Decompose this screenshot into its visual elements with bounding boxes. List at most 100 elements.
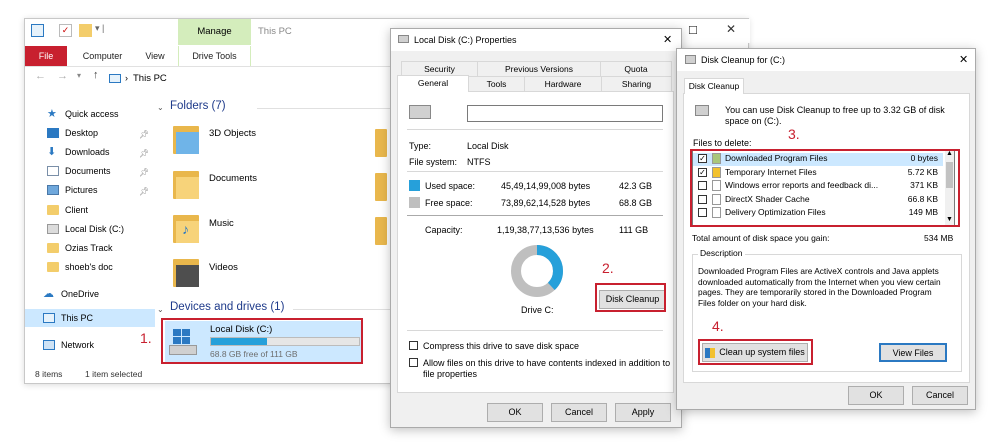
description-line: Downloaded Program Files are ActiveX con… [698,266,939,276]
tab-security[interactable]: Security [401,61,478,76]
recent-locations-icon[interactable]: ▾ [77,71,81,80]
tab-drive-tools[interactable]: Drive Tools [178,46,251,66]
close-icon[interactable]: ✕ [959,53,968,66]
sidebar-item-label: Client [65,205,89,215]
ok-button[interactable]: OK [487,403,543,422]
cleanup-ok-button[interactable]: OK [848,386,904,405]
properties-icon[interactable]: ✓ [59,24,72,37]
star-icon: ★ [47,108,57,120]
folder-icon [47,205,59,215]
folder-label[interactable]: Videos [209,262,238,273]
sidebar-item-quick-access[interactable]: ★ Quick access [47,105,119,123]
sidebar-item-shoebs-doc[interactable]: shoeb's doc [47,258,113,276]
forward-icon[interactable]: → [57,70,68,82]
sidebar-item-pictures[interactable]: Pictures [47,181,98,199]
sidebar-item-this-pc[interactable]: This PC [43,309,93,327]
free-space-bytes: 73,89,62,14,528 bytes [501,198,591,208]
compress-checkbox[interactable] [409,341,418,350]
sidebar-item-label: shoeb's doc [65,262,113,272]
folder-music-icon[interactable]: ♪ [173,213,199,245]
manage-contextual-tab[interactable]: Manage [178,19,251,45]
folder-icon [47,262,59,272]
devices-section-header[interactable]: Devices and drives (1) [170,301,284,313]
folder-documents-icon[interactable] [173,169,199,201]
sidebar-item-label: Local Disk (C:) [65,224,125,234]
compress-label[interactable]: Compress this drive to save disk space [423,341,579,351]
sidebar-item-onedrive[interactable]: ☁ OneDrive [43,285,99,303]
tab-tools[interactable]: Tools [468,76,525,91]
folder-3d-objects-icon[interactable] [173,124,199,156]
drive-large-icon [409,105,431,119]
collapse-chevron-icon[interactable]: ⌄ [157,103,164,112]
new-folder-icon[interactable] [79,24,92,37]
type-value: Local Disk [467,141,509,151]
total-gain-value: 534 MB [924,233,954,243]
tab-disk-cleanup[interactable]: Disk Cleanup [684,78,744,94]
maximize-icon[interactable]: ☐ [688,24,698,37]
used-space-bytes: 45,49,14,99,008 bytes [501,181,591,191]
qat-dropdown-icon[interactable]: ▾ | [95,23,104,34]
used-space-swatch [409,180,420,191]
close-icon[interactable]: ✕ [726,22,736,36]
description-line: downloaded automatically from the Intern… [698,276,941,287]
tab-previous-versions[interactable]: Previous Versions [477,61,601,76]
sidebar-item-label: Network [61,340,95,350]
up-icon[interactable]: ↑ [93,69,99,81]
capacity-bytes: 1,19,38,77,13,536 bytes [497,225,594,235]
drive-icon [695,105,709,116]
folder-label[interactable]: 3D Objects [209,128,256,139]
drive-label-input[interactable] [467,105,663,122]
folder-label[interactable]: Documents [209,173,257,184]
network-icon [43,340,55,350]
sidebar-item-desktop[interactable]: Desktop [47,124,98,142]
step-label-3: 3. [788,126,800,142]
index-label-line-1[interactable]: Allow files on this drive to have conten… [423,358,670,368]
pictures-icon [47,185,59,195]
address-text: This PC [133,72,167,84]
tab-computer[interactable]: Computer [75,46,130,66]
index-checkbox[interactable] [409,358,418,367]
tab-quota[interactable]: Quota [600,61,672,76]
step-label-2: 2. [602,260,614,276]
pc-small-icon [109,73,121,83]
tab-sharing[interactable]: Sharing [601,76,672,91]
tab-general[interactable]: General [397,75,469,92]
sidebar-item-client[interactable]: Client [47,201,88,219]
folder-label[interactable]: Music [209,218,234,229]
sidebar-item-network[interactable]: Network [43,336,94,354]
sidebar-item-local-disk[interactable]: Local Disk (C:) [47,220,124,238]
apply-button[interactable]: Apply [615,403,671,422]
close-icon[interactable]: ✕ [663,33,672,46]
address-bar[interactable]: › This PC [109,69,369,87]
tab-hardware[interactable]: Hardware [524,76,602,91]
highlight-box-files-list [690,149,960,227]
folder-icon[interactable] [375,171,387,203]
back-icon[interactable]: ← [35,70,46,82]
folder-icon[interactable] [375,127,387,159]
pin-icon: 📌︎ [139,187,150,196]
this-pc-icon [31,24,44,37]
computer-icon [43,313,55,323]
sidebar-item-ozias-track[interactable]: Ozias Track [47,239,113,257]
folder-icon[interactable] [375,215,387,247]
cleanup-cancel-button[interactable]: Cancel [912,386,968,405]
highlight-box-drive [161,318,363,364]
description-line: Files folder on your hard disk. [698,297,807,308]
folders-section-header[interactable]: Folders (7) [170,100,226,112]
cancel-button[interactable]: Cancel [551,403,607,422]
collapse-chevron-icon[interactable]: ⌄ [157,305,164,314]
sidebar-item-downloads[interactable]: ⬇ Downloads [47,143,110,161]
description-label: Description [698,248,745,258]
status-item-count: 8 items [35,369,63,379]
folder-videos-icon[interactable] [173,257,199,289]
navigation-pane: ★ Quick access Desktop ⬇ Downloads Docum… [25,95,155,365]
tab-file[interactable]: File [25,46,67,66]
pin-icon: 📌︎ [139,149,150,158]
address-separator-icon: › [125,73,128,83]
filesystem-value: NTFS [467,157,491,167]
tab-view[interactable]: View [137,46,173,66]
view-files-button[interactable]: View Files [879,343,947,362]
index-label-line-2[interactable]: file properties [423,369,477,379]
sidebar-item-documents[interactable]: Documents [47,162,111,180]
disk-usage-donut [511,245,563,297]
